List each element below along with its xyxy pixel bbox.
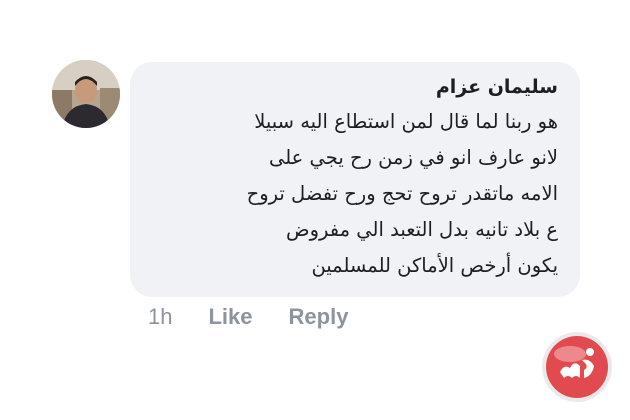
- comment-screenshot: سليمان عزام هو ربنا لما قال لمن استطاع ا…: [0, 0, 630, 420]
- comment-line: ع بلاد تانيه بدل التعبد الي مفروض: [286, 218, 558, 241]
- comment-author[interactable]: سليمان عزام: [148, 74, 558, 100]
- comment-line: لانو عارف انو في زمن رح يجي على: [268, 146, 558, 169]
- comment-timestamp[interactable]: 1h: [148, 304, 172, 330]
- comment-actions: 1h Like Reply: [148, 300, 348, 334]
- comment-line: يكون أرخص الأماكن للمسلمين: [311, 254, 558, 277]
- reply-button[interactable]: Reply: [289, 304, 349, 330]
- like-button[interactable]: Like: [208, 304, 252, 330]
- user-photo-icon: [52, 60, 120, 128]
- comment-line: الامه ماتقدر تروح تحج ورح تفضل تروح: [246, 182, 558, 205]
- comment-line: هو ربنا لما قال لمن استطاع اليه سبيلا: [254, 110, 558, 133]
- avatar[interactable]: [52, 60, 120, 128]
- comment-bubble: سليمان عزام هو ربنا لما قال لمن استطاع ا…: [130, 62, 580, 297]
- comment-text: هو ربنا لما قال لمن استطاع اليه سبيلا لا…: [148, 104, 558, 284]
- maan-logo-icon: [540, 330, 614, 404]
